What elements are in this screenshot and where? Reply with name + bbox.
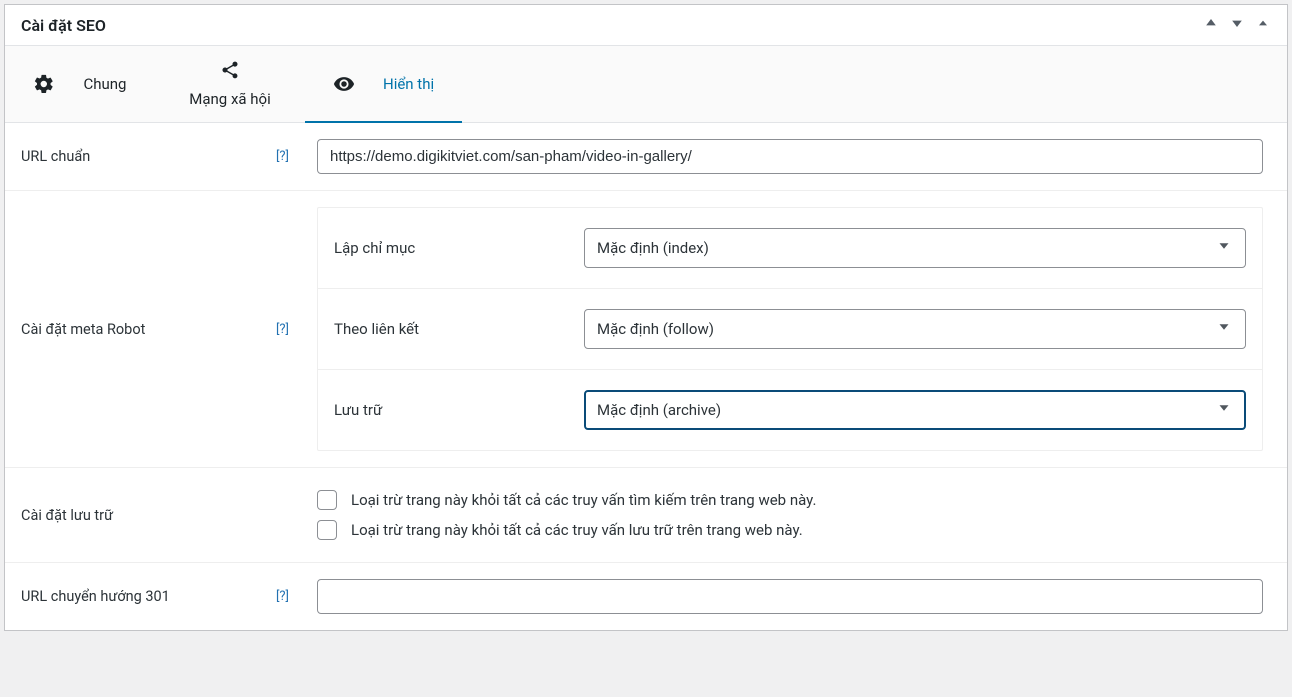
label-cell: URL chuẩn [?] (5, 123, 305, 190)
tab-label: Chung (83, 75, 126, 93)
label-cell: URL chuyển hướng 301 [?] (5, 563, 305, 630)
sub-label: Theo liên kết (334, 320, 584, 338)
field-label: URL chuyển hướng 301 (21, 588, 170, 605)
field-label: Cài đặt lưu trữ (21, 507, 113, 524)
checkbox-label: Loại trừ trang này khỏi tất cả các truy … (351, 491, 816, 509)
exclude-search-checkbox-row[interactable]: Loại trừ trang này khỏi tất cả các truy … (317, 490, 1263, 510)
tab-general[interactable]: Chung (5, 46, 155, 122)
follow-select[interactable]: Mặc định (follow) (584, 309, 1246, 349)
select-value: Mặc định (archive) (597, 401, 721, 419)
move-down-icon[interactable] (1229, 15, 1245, 35)
share-icon (220, 60, 240, 84)
tab-social[interactable]: Mạng xã hội (155, 46, 305, 122)
select-value: Mặc định (follow) (597, 320, 714, 338)
row-redirect-url: URL chuyển hướng 301 [?] (5, 563, 1287, 630)
tab-label: Mạng xã hội (189, 90, 270, 108)
field-label: URL chuẩn (21, 148, 90, 165)
select-value: Mặc định (index) (597, 239, 709, 257)
subrow-follow: Theo liên kết Mặc định (follow) (318, 289, 1262, 370)
toggle-collapse-icon[interactable] (1255, 15, 1271, 35)
tab-label: Hiển thị (383, 75, 434, 93)
chevron-down-icon (1215, 237, 1233, 259)
field-label: Cài đặt meta Robot (21, 321, 145, 338)
help-icon[interactable]: [?] (276, 149, 289, 164)
archive-select[interactable]: Mặc định (archive) (584, 390, 1246, 430)
gear-icon (33, 73, 55, 95)
row-canonical-url: URL chuẩn [?] (5, 123, 1287, 191)
tab-display[interactable]: Hiển thị (305, 46, 462, 122)
eye-icon (333, 73, 355, 95)
chevron-down-icon (1215, 399, 1233, 421)
index-select[interactable]: Mặc định (index) (584, 228, 1246, 268)
help-icon[interactable]: [?] (276, 589, 289, 604)
move-up-icon[interactable] (1203, 15, 1219, 35)
sub-label: Lưu trữ (334, 401, 584, 419)
help-icon[interactable]: [?] (276, 322, 289, 337)
exclude-archive-checkbox-row[interactable]: Loại trừ trang này khỏi tất cả các truy … (317, 520, 1263, 540)
row-archive-settings: Cài đặt lưu trữ Loại trừ trang này khỏi … (5, 468, 1287, 563)
checkbox-label: Loại trừ trang này khỏi tất cả các truy … (351, 521, 803, 539)
panel-actions (1203, 15, 1271, 35)
seo-settings-panel: Cài đặt SEO Chung Mạng xã hội Hiển thị (4, 4, 1288, 631)
checkbox-icon[interactable] (317, 490, 337, 510)
checkbox-icon[interactable] (317, 520, 337, 540)
subrow-index: Lập chỉ mục Mặc định (index) (318, 208, 1262, 289)
row-meta-robot: Cài đặt meta Robot [?] Lập chỉ mục Mặc đ… (5, 191, 1287, 468)
redirect-url-input[interactable] (317, 579, 1263, 614)
canonical-url-input[interactable] (317, 139, 1263, 174)
sub-label: Lập chỉ mục (334, 239, 584, 257)
panel-title: Cài đặt SEO (21, 16, 106, 35)
label-cell: Cài đặt meta Robot [?] (5, 191, 305, 467)
subrow-archive: Lưu trữ Mặc định (archive) (318, 370, 1262, 450)
panel-header: Cài đặt SEO (5, 5, 1287, 46)
label-cell: Cài đặt lưu trữ (5, 468, 305, 562)
robots-subgrid: Lập chỉ mục Mặc định (index) Theo liên k… (317, 207, 1263, 451)
tabs: Chung Mạng xã hội Hiển thị (5, 46, 1287, 123)
chevron-down-icon (1215, 318, 1233, 340)
